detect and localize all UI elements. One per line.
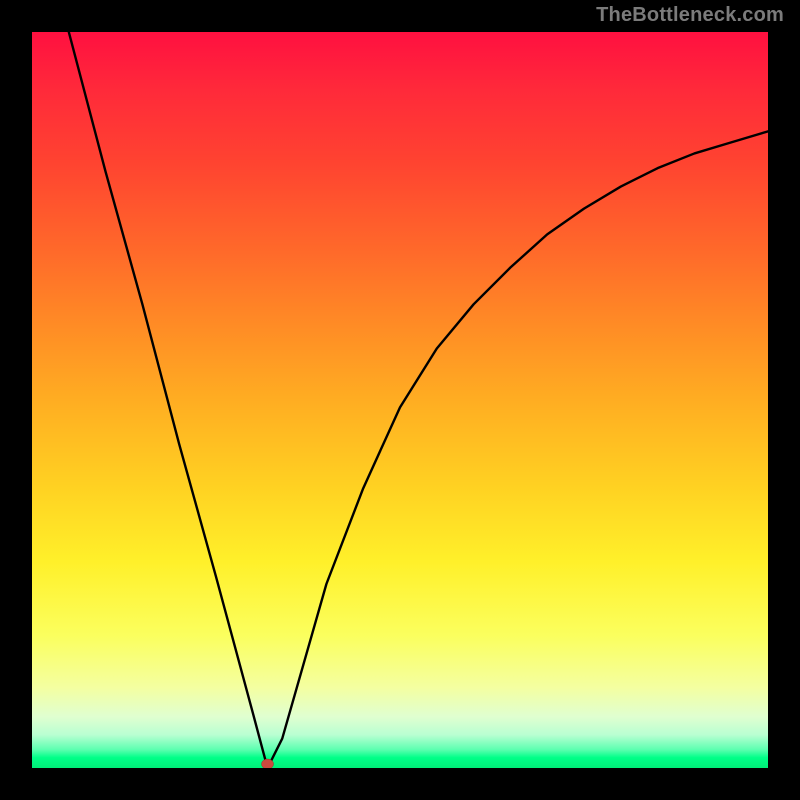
right-branch-curve bbox=[268, 131, 768, 768]
left-branch-curve bbox=[69, 32, 268, 768]
minimum-marker bbox=[262, 759, 274, 768]
chart-frame: TheBottleneck.com bbox=[0, 0, 800, 800]
curve-svg bbox=[32, 32, 768, 768]
watermark-text: TheBottleneck.com bbox=[596, 4, 784, 27]
plot-area bbox=[32, 32, 768, 768]
